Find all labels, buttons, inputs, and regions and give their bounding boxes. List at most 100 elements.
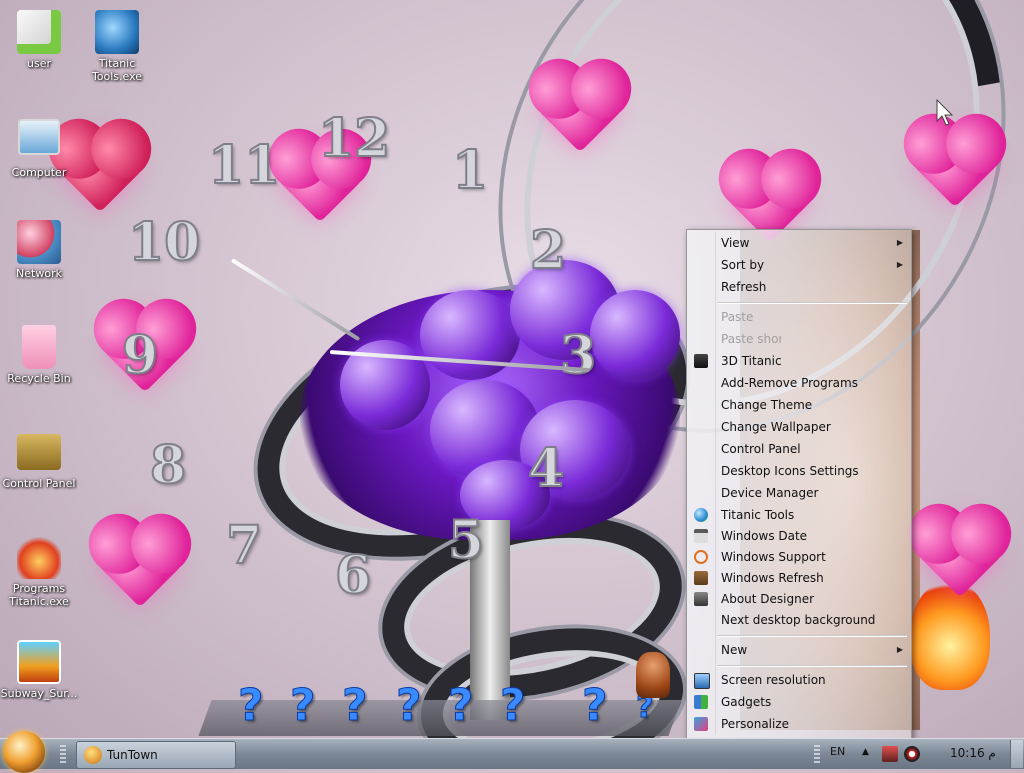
desktop-icon-computer[interactable]: Computer: [0, 115, 78, 179]
folder-icon: [17, 10, 61, 54]
menu-item-windows-refresh[interactable]: Windows Refresh: [687, 567, 911, 589]
clock-number: 2: [529, 219, 567, 282]
menu-item-next-desktop-background[interactable]: Next desktop background: [687, 609, 911, 631]
menu-item-label: Next desktop background: [721, 613, 876, 627]
wallpaper-flame: [910, 580, 990, 690]
menu-item-label: View: [721, 236, 750, 250]
desktop-icon-label: user: [27, 57, 51, 70]
menu-item-label: Control Panel: [721, 442, 801, 456]
taskbar: TunTown EN ▲ 10:16 م: [0, 731, 1024, 773]
display-icon: [694, 673, 710, 689]
menu-item-label: Gadgets: [721, 695, 772, 709]
gadgets-icon: [694, 695, 708, 709]
desktop-icon-label: Network: [16, 267, 62, 280]
menu-item-label: Device Manager: [721, 486, 819, 500]
designer-icon: [694, 592, 708, 606]
help-question-icon[interactable]: ?: [582, 680, 609, 732]
help-question-icon[interactable]: ?: [500, 680, 527, 732]
show-hidden-icons-button[interactable]: ▲: [862, 747, 869, 757]
control-panel-icon: [17, 434, 61, 470]
taskbar-button-label: TunTown: [107, 748, 158, 762]
menu-item-device-manager[interactable]: Device Manager: [687, 482, 911, 504]
network-tray-icon[interactable]: [882, 746, 898, 762]
language-indicator[interactable]: EN: [830, 745, 845, 758]
menu-item-view[interactable]: View ▶: [687, 232, 911, 254]
calendar-icon: [694, 529, 708, 543]
menu-item-change-theme[interactable]: Change Theme: [687, 394, 911, 416]
clock-number: 3: [559, 324, 597, 387]
menu-item-desktop-icons-settings[interactable]: Desktop Icons Settings: [687, 460, 911, 482]
mouse-cursor-icon: [936, 99, 954, 126]
submenu-arrow-icon: ▶: [896, 260, 903, 269]
desktop-icon-network[interactable]: Network: [0, 220, 78, 280]
programs-app-icon: [17, 535, 61, 579]
menu-item-label: Personalize: [721, 717, 790, 731]
menu-item-label: Titanic Tools: [721, 508, 795, 522]
clock-number: 9: [121, 324, 159, 387]
menu-item-screen-resolution[interactable]: Screen resolution: [687, 669, 911, 691]
menu-item-label: Windows Refresh: [721, 571, 824, 585]
menu-item-windows-support[interactable]: Windows Support: [687, 546, 911, 568]
menu-item-sort-by[interactable]: Sort by ▶: [687, 254, 911, 276]
menu-item-new[interactable]: New ▶: [687, 639, 911, 661]
clock-number: 11: [207, 134, 281, 197]
menu-item-paste-shortcut: Paste shortcut: [687, 328, 911, 350]
network-icon: [17, 220, 61, 264]
menu-separator: [717, 665, 907, 667]
menu-item-change-wallpaper[interactable]: Change Wallpaper: [687, 416, 911, 438]
menu-item-titanic-tools[interactable]: Titanic Tools: [687, 504, 911, 526]
help-question-icon[interactable]: ?: [342, 680, 369, 732]
refresh-icon: [694, 571, 708, 585]
desktop-icon-recycle-bin[interactable]: Recycle Bin: [0, 325, 78, 385]
help-question-icon[interactable]: ?: [448, 680, 475, 732]
taskbar-grip[interactable]: [60, 745, 66, 763]
desktop[interactable]: 12 1 2 3 4 5 6 7 8 9 10 11 ? ? ? ? ? ? ?…: [0, 0, 1024, 738]
menu-separator: [717, 302, 907, 304]
menu-item-3d-titanic[interactable]: 3D Titanic: [687, 350, 911, 372]
clock-number: 4: [527, 437, 565, 500]
menu-item-about-designer[interactable]: About Designer: [687, 588, 911, 610]
menu-item-add-remove-programs[interactable]: Add-Remove Programs: [687, 372, 911, 394]
desktop-icon-subway-surfers[interactable]: Subway_Sur...: [0, 640, 78, 700]
menu-item-refresh[interactable]: Refresh: [687, 276, 911, 298]
menu-item-gadgets[interactable]: Gadgets: [687, 691, 911, 713]
menu-item-label: New: [721, 643, 748, 657]
start-button[interactable]: [3, 731, 45, 773]
menu-item-label: 3D Titanic: [721, 354, 782, 368]
menu-item-personalize[interactable]: Personalize: [687, 713, 911, 735]
desktop-icon-user[interactable]: user: [0, 10, 78, 70]
clock-number: 1: [451, 139, 489, 202]
support-icon: [694, 550, 708, 564]
menu-item-label: Windows Support: [721, 550, 826, 564]
desktop-icon-control-panel[interactable]: Control Panel: [0, 430, 78, 490]
globe-icon: [694, 508, 708, 522]
titanic-3d-icon: [694, 354, 708, 368]
desktop-icon-label: Programs Titanic.exe: [9, 582, 69, 608]
desktop-icon-programs-titanic[interactable]: Programs Titanic.exe: [0, 535, 78, 608]
tuntown-app-icon: [84, 746, 102, 764]
menu-item-label: Desktop Icons Settings: [721, 464, 859, 478]
volume-tray-icon[interactable]: [904, 746, 920, 762]
clock-number: 10: [127, 211, 201, 274]
desktop-icon-titanic-tools[interactable]: Titanic Tools.exe: [78, 10, 156, 83]
menu-item-label: About Designer: [721, 592, 815, 606]
taskbar-grip[interactable]: [814, 745, 820, 763]
menu-item-paste: Paste: [687, 306, 911, 328]
help-question-icon[interactable]: ?: [290, 680, 317, 732]
computer-icon: [18, 119, 60, 155]
desktop-icon-label: Titanic Tools.exe: [91, 57, 143, 83]
help-question-icon[interactable]: ?: [238, 680, 265, 732]
desktop-context-menu: View ▶ Sort by ▶ Refresh Paste Paste short…: [686, 229, 912, 738]
menu-item-label: Change Theme: [721, 398, 813, 412]
desktop-icon-label: Computer: [11, 166, 67, 179]
menu-item-label: Add-Remove Programs: [721, 376, 858, 390]
show-desktop-button[interactable]: [1010, 740, 1023, 768]
menu-item-windows-date[interactable]: Windows Date: [687, 525, 911, 547]
wallpaper-heart: [917, 512, 1003, 598]
wallpaper-bubble: [420, 290, 520, 380]
menu-item-control-panel[interactable]: Control Panel: [687, 438, 911, 460]
taskbar-button-tuntown[interactable]: TunTown: [76, 741, 236, 769]
monkey-character-icon[interactable]: [636, 652, 670, 698]
taskbar-clock[interactable]: 10:16 م: [950, 746, 996, 760]
help-question-icon[interactable]: ?: [396, 680, 423, 732]
